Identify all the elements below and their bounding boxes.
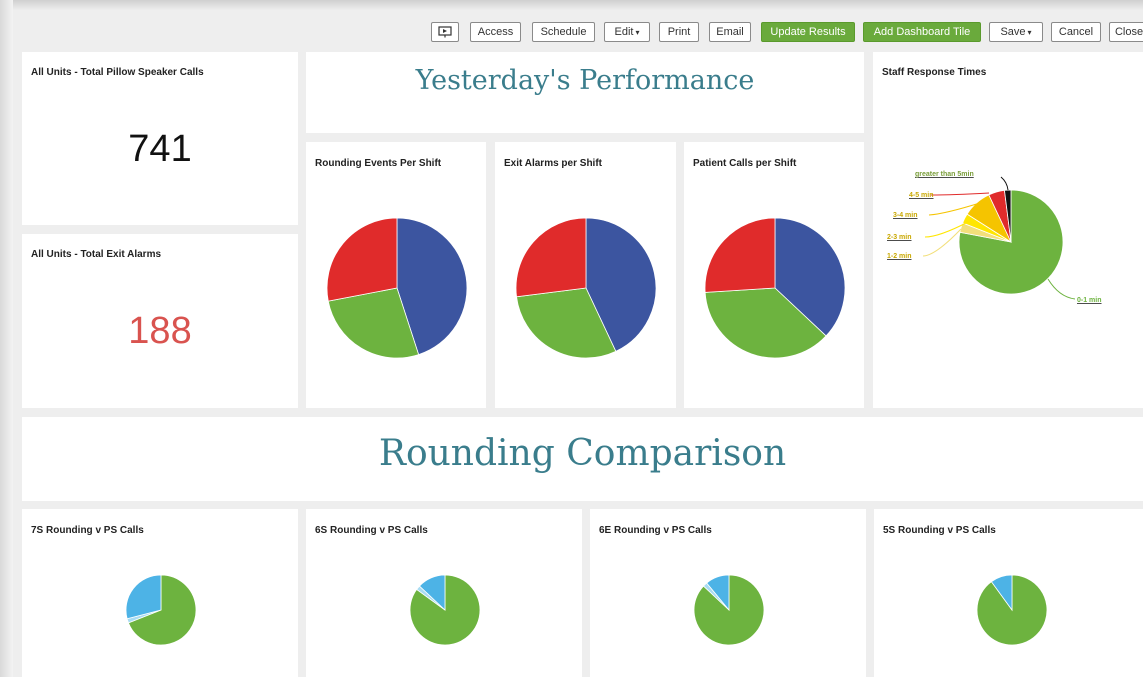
tile-title: All Units - Total Pillow Speaker Calls xyxy=(31,67,204,78)
unit-6s-chart xyxy=(409,574,481,646)
unit-6e-tile[interactable]: 6E Rounding v PS Calls xyxy=(590,509,866,677)
exit-alarms-tile[interactable]: All Units - Total Exit Alarms 188 xyxy=(22,234,298,408)
staff-label: 4-5 min xyxy=(909,192,934,199)
save-button[interactable]: Save ▾ xyxy=(989,22,1043,42)
window-left-edge xyxy=(0,0,13,677)
staff-label: 3-4 min xyxy=(893,212,918,219)
email-button[interactable]: Email xyxy=(709,22,751,42)
rounding-comparison-tile: Rounding Comparison xyxy=(22,417,1143,501)
close-button[interactable]: Close xyxy=(1109,22,1143,42)
staff-label: greater than 5min xyxy=(915,171,974,178)
patient-calls-tile[interactable]: Patient Calls per Shift xyxy=(684,142,864,408)
edit-label: Edit xyxy=(614,26,634,38)
pie-slice[interactable] xyxy=(326,217,398,302)
update-results-button[interactable]: Update Results xyxy=(761,22,855,42)
rounding-events-tile[interactable]: Rounding Events Per Shift xyxy=(306,142,486,408)
caret-down-icon: ▾ xyxy=(635,28,640,37)
save-label: Save xyxy=(1000,26,1026,38)
window-top-edge xyxy=(0,0,1143,10)
cancel-button[interactable]: Cancel xyxy=(1051,22,1101,42)
unit-6e-chart xyxy=(693,574,765,646)
pillow-speaker-calls-value: 741 xyxy=(128,128,192,170)
yesterday-heading-tile: Yesterday's Performance xyxy=(306,52,864,133)
tile-title: All Units - Total Exit Alarms xyxy=(31,249,162,260)
label-line xyxy=(1000,176,1009,191)
staff-label: 2-3 min xyxy=(887,234,912,241)
patient-calls-chart xyxy=(704,217,846,359)
present-icon xyxy=(438,26,452,38)
pie-slice[interactable] xyxy=(704,217,776,293)
add-dashboard-tile-button[interactable]: Add Dashboard Tile xyxy=(863,22,981,42)
rounding-comparison-heading: Rounding Comparison xyxy=(378,433,787,474)
label-line xyxy=(930,192,990,196)
access-button[interactable]: Access xyxy=(470,22,521,42)
staff-label: 0-1 min xyxy=(1077,297,1102,304)
unit-7s-chart xyxy=(125,574,197,646)
unit-6s-tile[interactable]: 6S Rounding v PS Calls xyxy=(306,509,582,677)
pillow-speaker-calls-tile[interactable]: All Units - Total Pillow Speaker Calls 7… xyxy=(22,52,298,225)
staff-response-chart: 0-1 min 1-2 min 2-3 min 3-4 min 4-5 min … xyxy=(887,171,1102,304)
yesterday-heading: Yesterday's Performance xyxy=(415,65,755,96)
label-line xyxy=(1047,278,1076,300)
exit-alarms-shift-tile[interactable]: Exit Alarms per Shift xyxy=(495,142,676,408)
edit-button[interactable]: Edit ▾ xyxy=(604,22,650,42)
print-button[interactable]: Print xyxy=(659,22,699,42)
present-button[interactable] xyxy=(431,22,459,42)
unit-7s-tile[interactable]: 7S Rounding v PS Calls xyxy=(22,509,298,677)
exit-alarms-value: 188 xyxy=(128,310,192,352)
unit-5s-chart xyxy=(976,574,1048,646)
schedule-button[interactable]: Schedule xyxy=(532,22,595,42)
pie-slice[interactable] xyxy=(515,217,587,298)
caret-down-icon: ▾ xyxy=(1027,28,1032,37)
exit-alarms-chart xyxy=(515,217,657,359)
rounding-events-chart xyxy=(326,217,468,359)
staff-response-tile[interactable]: Staff Response Times 0-1 min 1-2 min 2-3… xyxy=(873,52,1143,408)
unit-5s-tile[interactable]: 5S Rounding v PS Calls xyxy=(874,509,1143,677)
staff-label: 1-2 min xyxy=(887,253,912,260)
